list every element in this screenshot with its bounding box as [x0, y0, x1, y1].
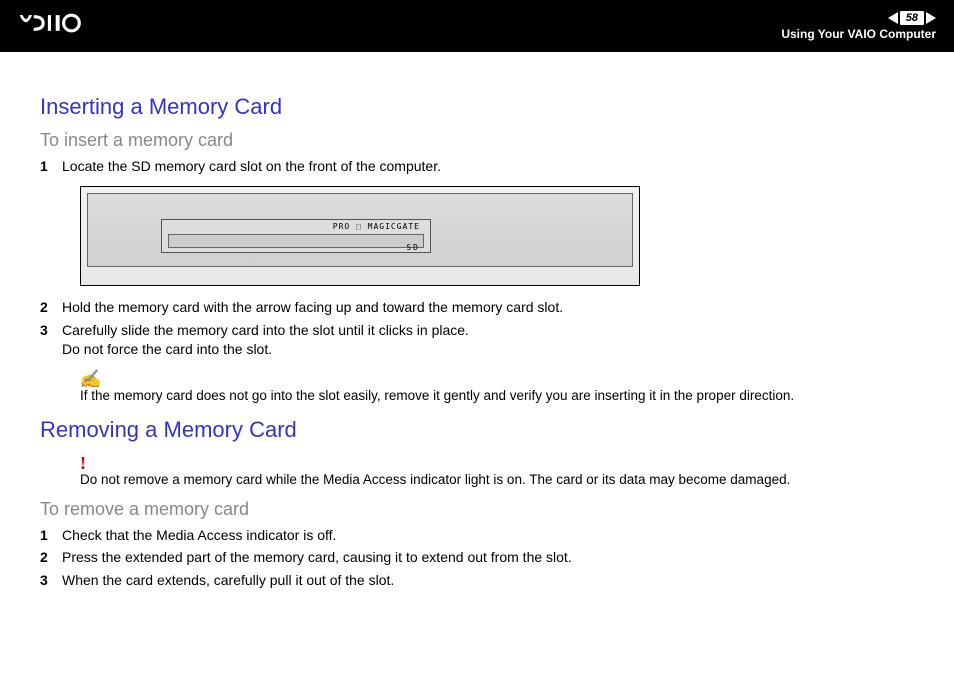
slot-label-top: PRO ⬚ MAGICGATE — [333, 222, 420, 231]
header-right: 58 Using Your VAIO Computer — [781, 11, 936, 41]
step-number: 1 — [40, 526, 62, 545]
section-title-remove: Removing a Memory Card — [40, 417, 914, 443]
list-item: 2 Hold the memory card with the arrow fa… — [40, 298, 914, 317]
note-icon: ✍ — [78, 369, 916, 390]
note-block: ✍ If the memory card does not go into th… — [80, 369, 914, 403]
list-item: 3 Carefully slide the memory card into t… — [40, 321, 914, 359]
slot-opening — [168, 234, 424, 248]
list-item: 3 When the card extends, carefully pull … — [40, 571, 914, 590]
list-item: 1 Check that the Media Access indicator … — [40, 526, 914, 545]
step-number: 3 — [40, 571, 62, 590]
vaio-logo — [18, 12, 128, 41]
warning-icon: ! — [80, 453, 914, 474]
page-number: 58 — [900, 11, 924, 25]
steps-remove: 1 Check that the Media Access indicator … — [40, 526, 914, 591]
laptop-front-illustration: PRO ⬚ MAGICGATE SD — [80, 186, 640, 286]
step-text: Press the extended part of the memory ca… — [62, 548, 914, 567]
section-label: Using Your VAIO Computer — [781, 27, 936, 41]
step-text: Hold the memory card with the arrow faci… — [62, 298, 914, 317]
step-text: When the card extends, carefully pull it… — [62, 571, 914, 590]
page-navigator: 58 — [888, 11, 936, 25]
step-text: Locate the SD memory card slot on the fr… — [62, 157, 914, 176]
list-item: 2 Press the extended part of the memory … — [40, 548, 914, 567]
slot-label-bottom: SD — [406, 243, 420, 252]
section-title-insert: Inserting a Memory Card — [40, 94, 914, 120]
list-item: 1 Locate the SD memory card slot on the … — [40, 157, 914, 176]
section-subtitle-remove: To remove a memory card — [40, 499, 914, 520]
prev-page-icon[interactable] — [888, 12, 898, 24]
step-text: Carefully slide the memory card into the… — [62, 321, 914, 359]
step-text: Check that the Media Access indicator is… — [62, 526, 914, 545]
warning-text: Do not remove a memory card while the Me… — [80, 472, 790, 487]
step-number: 2 — [40, 298, 62, 317]
steps-insert-1: 1 Locate the SD memory card slot on the … — [40, 157, 914, 176]
warning-block: ! Do not remove a memory card while the … — [80, 453, 914, 487]
page-content: Inserting a Memory Card To insert a memo… — [0, 52, 954, 590]
step-number: 2 — [40, 548, 62, 567]
card-slot-illustration: PRO ⬚ MAGICGATE SD — [161, 219, 431, 253]
next-page-icon[interactable] — [926, 12, 936, 24]
step-number: 3 — [40, 321, 62, 359]
section-subtitle-insert: To insert a memory card — [40, 130, 914, 151]
steps-insert-2: 2 Hold the memory card with the arrow fa… — [40, 298, 914, 359]
step-number: 1 — [40, 157, 62, 176]
page-header: 58 Using Your VAIO Computer — [0, 0, 954, 52]
